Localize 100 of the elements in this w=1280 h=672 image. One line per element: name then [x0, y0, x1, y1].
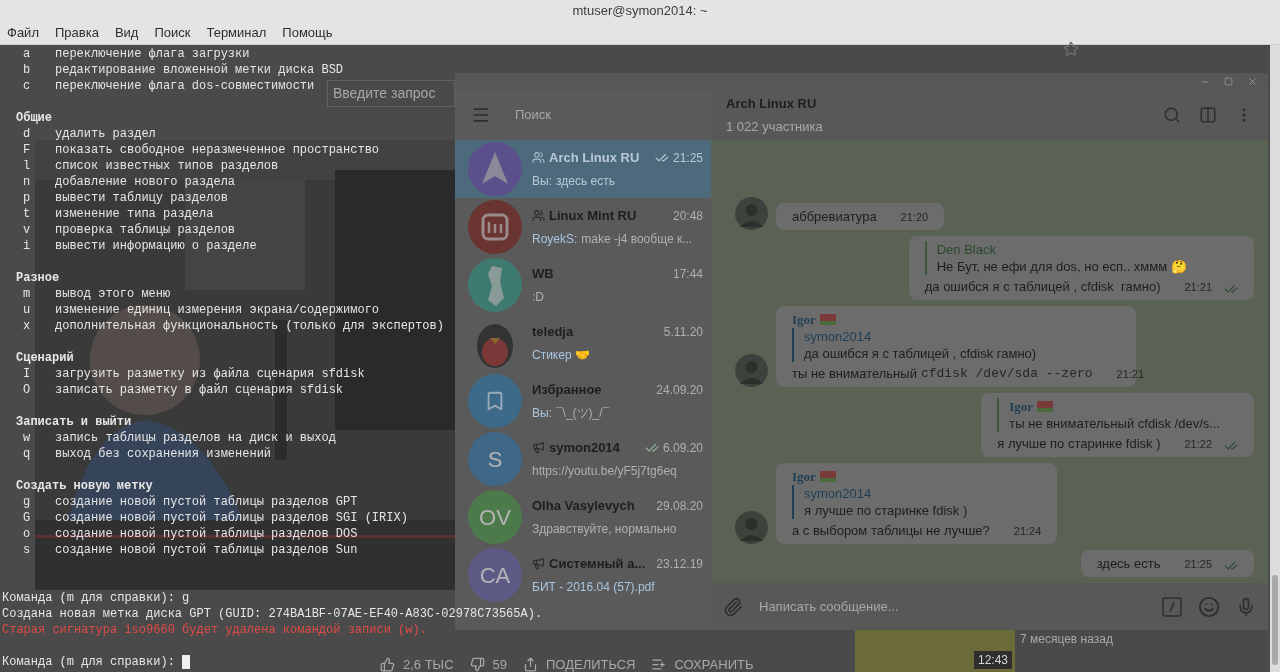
message-time: 21:21 — [1184, 280, 1212, 295]
message-text: а с выбором таблицы не лучше? — [792, 522, 990, 540]
save-button[interactable]: СОХРАНИТЬ — [651, 655, 754, 672]
message-preview: :D — [532, 289, 544, 307]
attach-icon[interactable] — [723, 596, 743, 617]
share-button[interactable]: ПОДЕЛИТЬСЯ — [523, 655, 636, 672]
chat-list-item[interactable]: teledja 5.11.20 Стикер 🤝 — [455, 314, 711, 372]
command-description: дополнительная функциональность (только для экспертов) — [55, 318, 444, 334]
megaphone-icon — [532, 557, 545, 570]
chat-list-item[interactable]: WB 17:44 :D — [455, 256, 711, 314]
search-icon[interactable] — [1163, 106, 1181, 124]
chat-name: Arch Linux RU — [549, 148, 640, 167]
search-field[interactable]: Введите запрос — [327, 80, 455, 107]
command-key: w — [23, 430, 31, 446]
menu-item[interactable]: Вид — [114, 23, 139, 43]
maximize-icon[interactable] — [1224, 77, 1233, 86]
command-description: изменение типа раздела — [55, 206, 214, 222]
command-key: c — [23, 78, 31, 94]
avatar: CA — [468, 548, 522, 602]
command-description: список известных типов разделов — [55, 158, 279, 174]
close-icon[interactable] — [1247, 76, 1258, 87]
message-time: 21:20 — [900, 210, 929, 225]
command-description: добавление нового раздела — [55, 174, 236, 190]
menu-icon[interactable] — [471, 105, 491, 125]
command-description: вывести информацию о разделе — [55, 238, 257, 254]
command-description: вывести таблицу разделов — [55, 190, 228, 206]
chat-time: 24.09.20 — [656, 381, 703, 399]
message-time: 21:22 — [1184, 437, 1212, 452]
menu-item[interactable]: Терминал — [206, 23, 267, 43]
command-prompt: Команда (m для справки): g — [2, 590, 190, 606]
chat-time: 6.09.20 — [662, 439, 703, 457]
message-input[interactable]: Написать сообщение... — [759, 596, 1146, 617]
chat-title: Arch Linux RU — [726, 95, 818, 113]
command-description: показать свободное неразмеченное пространство — [55, 142, 380, 158]
preview-sender: RoyekS: — [532, 231, 578, 249]
reply-author: Igor — [1009, 398, 1034, 415]
command-key: n — [23, 174, 31, 190]
video-age: 7 месяцев назад — [1020, 631, 1113, 648]
command-description: проверка таблицы разделов — [55, 222, 236, 238]
code-text: cfdisk /dev/sda --zero — [920, 365, 1093, 383]
command-key: t — [23, 206, 31, 222]
sidebar-icon[interactable] — [1199, 106, 1217, 124]
message-time: 21:21 — [1116, 367, 1145, 382]
chat-list-item[interactable]: Arch Linux RU 21:25 Вы: здесь есть — [455, 140, 711, 198]
menu-item[interactable]: Поиск — [154, 23, 191, 43]
video-thumbnail[interactable]: 12:43 — [855, 630, 1015, 672]
chat-time: 20:48 — [672, 207, 703, 225]
command-key: F — [23, 142, 31, 158]
menu-item[interactable]: Правка — [54, 23, 99, 43]
window-title: mtuser@symon2014: ~ — [572, 2, 708, 21]
megaphone-icon — [532, 441, 545, 454]
command-key: G — [23, 510, 31, 526]
chat-time: 23.12.19 — [656, 555, 703, 573]
section-heading: Разное — [16, 271, 60, 285]
search-field[interactable]: Поиск — [507, 100, 695, 130]
chat-list-item[interactable]: OV Olha Vasylevych 29.08.20 Здравствуйте, нормально — [455, 488, 711, 546]
chat-list-item[interactable]: Linux Mint RU 20:48 RoyekS: make -j4 вообще к... — [455, 198, 711, 256]
chat-name: Системный а... — [549, 554, 646, 573]
chat-name: Linux Mint RU — [549, 206, 637, 225]
menu-item[interactable]: Помощь — [282, 23, 333, 43]
chat-name: WB — [532, 264, 554, 283]
message-preview: make -j4 вообще к... — [581, 231, 693, 249]
command-description: создание новой пустой таблицы разделов DOS — [55, 526, 358, 542]
avatar: OV — [468, 490, 522, 544]
reply-text: Не Бут, не ефи для dos, но есп.. хммм 🤔 — [936, 258, 1188, 275]
message-preview: https://youtu.be/yF5j7tg6eq — [532, 463, 677, 481]
section-heading: Создать новую метку — [16, 479, 153, 493]
command-prompt: Команда (m для справки): — [2, 654, 176, 670]
command-description: записать разметку в файл сценария sfdisk — [55, 382, 344, 398]
chat-list-item[interactable]: Избранное 24.09.20 Вы: ¯\_(ツ)_/¯ — [455, 372, 711, 430]
reply-author: Den Black — [936, 241, 996, 258]
chat-list-item[interactable]: S symon2014 6.09.20 https://youtu.be/yF5j7tg6eq — [455, 430, 711, 488]
command-key: s — [23, 542, 31, 558]
command-description: изменение единиц измерения экрана/содержимого — [55, 302, 380, 318]
reply-author: symon2014 — [804, 328, 872, 345]
command-key: u — [23, 302, 31, 318]
command-key: x — [23, 318, 31, 334]
command-key: O — [23, 382, 31, 398]
microphone-icon[interactable] — [1236, 596, 1256, 617]
command-description: запись таблицы разделов на диск и выход — [55, 430, 336, 446]
dislike-button[interactable]: 59 — [469, 655, 507, 672]
preview-sender: Вы: — [532, 173, 552, 191]
chat-name: symon2014 — [549, 438, 620, 457]
message-preview: БИТ - 2016.04 (57).pdf — [532, 579, 655, 597]
chat-name: Избранное — [532, 380, 602, 399]
command-description: переключение флага dos-совместимости — [55, 78, 315, 94]
emoji-icon[interactable] — [1198, 595, 1220, 618]
menu-item[interactable]: Файл — [7, 23, 39, 43]
chat-list-item[interactable]: CA Системный а... 23.12.19 БИТ - 2016.04 (57).pdf — [455, 546, 711, 604]
star-icon[interactable] — [1063, 41, 1079, 57]
like-button[interactable]: 2,6 ТЫС — [380, 655, 454, 672]
chat-time: 21:25 — [672, 149, 703, 167]
list-add-icon — [651, 657, 667, 672]
people-icon — [532, 151, 545, 164]
command-key: I — [23, 366, 31, 382]
warning-line: Старая сигнатура iso9660 будет удалена командой записи (w). — [2, 622, 427, 638]
scrollbar[interactable] — [1270, 45, 1280, 672]
avatar: S — [468, 432, 522, 486]
slash-command-icon[interactable] — [1162, 596, 1182, 617]
member-count: 1 022 участника — [726, 117, 824, 136]
